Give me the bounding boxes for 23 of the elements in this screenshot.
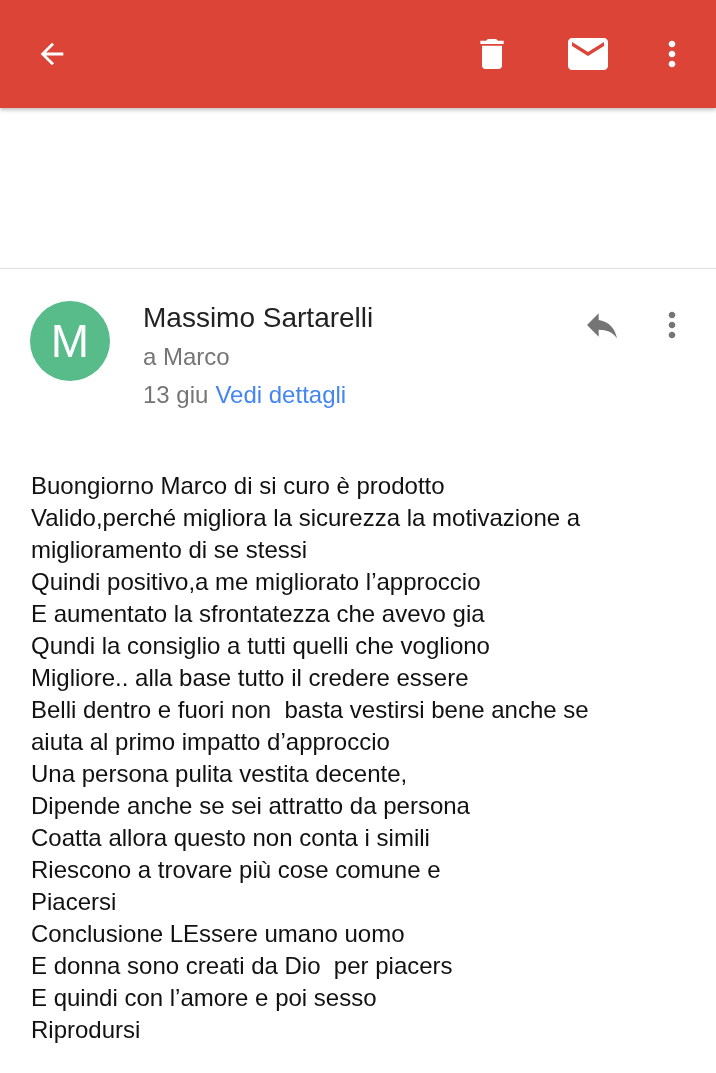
- sender-name: Massimo Sartarelli: [143, 301, 375, 335]
- details-link[interactable]: Vedi dettagli: [215, 376, 347, 414]
- body-line: aiuta al primo impatto d’approccio: [31, 727, 391, 757]
- body-line: Dipende anche se sei attratto da persona: [31, 791, 471, 821]
- body-line: Belli dentro e fuori non basta vestirsi bene anche se: [31, 695, 590, 725]
- body-line: Riescono a trovare più cose comune e: [31, 855, 442, 885]
- date-text: 13 giu: [143, 380, 209, 410]
- body-line: E aumentato la sfrontatezza che avevo gia: [31, 599, 486, 629]
- body-line: Buongiorno Marco di si curo è prodotto: [31, 471, 446, 501]
- body-line: Una persona pulita vestita decente,: [31, 759, 409, 789]
- body-line: Conclusione LEssere umano uomo: [31, 919, 406, 949]
- body-line: miglioramento di se stessi: [31, 535, 309, 565]
- avatar: M: [30, 301, 110, 381]
- body-line: Riprodursi: [31, 1015, 142, 1045]
- body-line: Piacersi: [31, 887, 118, 917]
- body-line: Coatta allora questo non conta i simili: [31, 823, 431, 853]
- body-line: Migliore.. alla base tutto il credere essere: [31, 663, 470, 693]
- body-line: Valido,perché migliora la sicurezza la motivazione a: [31, 503, 582, 533]
- recipient-text: a Marco: [143, 342, 231, 372]
- body-line: Qundi la consiglio a tutti quelli che vogliono: [31, 631, 491, 661]
- body-line: Quindi positivo,a me migliorato l’approccio: [31, 567, 482, 597]
- body-line: E donna sono creati da Dio per piacers: [31, 951, 454, 981]
- body-line: E quindi con l’amore e poi sesso: [31, 983, 378, 1013]
